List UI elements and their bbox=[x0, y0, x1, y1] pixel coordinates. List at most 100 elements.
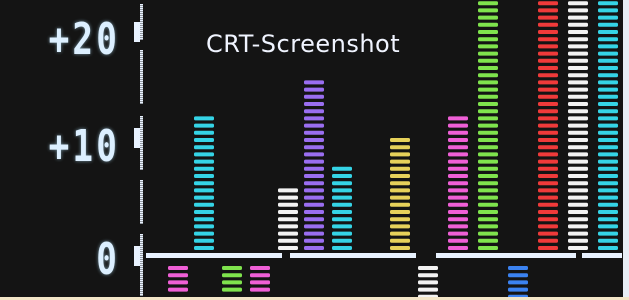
y-axis-segment bbox=[140, 102, 143, 104]
bar-segment bbox=[598, 159, 618, 164]
bar-segment bbox=[250, 287, 270, 292]
bar-segment bbox=[478, 159, 498, 164]
bar-segment bbox=[332, 202, 352, 207]
y-axis-segment bbox=[140, 64, 143, 66]
bar-segment bbox=[304, 224, 324, 229]
y-axis-segment bbox=[140, 286, 143, 288]
y-axis-segment bbox=[140, 78, 143, 80]
y-axis-segment bbox=[140, 182, 143, 184]
y-axis-segment bbox=[140, 276, 143, 278]
bar-segment bbox=[194, 246, 214, 250]
y-axis-segment bbox=[140, 264, 143, 266]
bar bbox=[304, 80, 324, 250]
y-axis-segment bbox=[140, 134, 143, 136]
bar-segment bbox=[598, 210, 618, 214]
bar-segment bbox=[478, 8, 498, 13]
bar-segment bbox=[278, 217, 298, 222]
bar-segment bbox=[194, 238, 214, 243]
bar-segment bbox=[598, 123, 618, 128]
bar-segment bbox=[598, 217, 618, 222]
bar-segment bbox=[598, 8, 618, 13]
y-axis-segment bbox=[140, 192, 143, 194]
y-axis-segment bbox=[140, 26, 143, 28]
bar-segment bbox=[568, 238, 588, 243]
bar-segment bbox=[168, 266, 188, 270]
bar-segment bbox=[568, 210, 588, 214]
bar-segment bbox=[448, 210, 468, 214]
bar-segment bbox=[598, 73, 618, 78]
y-axis-segment bbox=[140, 84, 143, 86]
bar-segment bbox=[390, 238, 410, 243]
bar-segment bbox=[568, 44, 588, 49]
bar-segment bbox=[304, 217, 324, 222]
bar-segment bbox=[222, 273, 242, 278]
bar bbox=[390, 138, 410, 250]
y-axis-segment bbox=[140, 122, 143, 124]
bar-segment bbox=[448, 224, 468, 229]
bar-segment bbox=[538, 37, 558, 42]
y-axis-segment bbox=[140, 218, 143, 220]
y-axis-segment bbox=[140, 34, 143, 36]
bar bbox=[448, 116, 468, 250]
bar-segment bbox=[332, 210, 352, 214]
bar-segment bbox=[568, 224, 588, 229]
bar-segment bbox=[598, 22, 618, 27]
bar-segment bbox=[448, 202, 468, 207]
y-tick-label-10: +10 bbox=[48, 121, 120, 172]
bar-segment bbox=[194, 123, 214, 128]
bar bbox=[568, 1, 588, 250]
y-axis-segment bbox=[140, 216, 143, 218]
y-axis-segment bbox=[140, 194, 143, 196]
bar-segment bbox=[598, 58, 618, 63]
bar-segment bbox=[598, 138, 618, 142]
y-axis-segment bbox=[140, 180, 143, 182]
zero-baseline bbox=[290, 253, 416, 258]
y-axis-segment bbox=[140, 20, 143, 22]
bar-segment bbox=[478, 174, 498, 178]
bar-segment bbox=[538, 181, 558, 186]
bar-segment bbox=[304, 246, 324, 250]
bar-segment bbox=[598, 195, 618, 200]
y-axis-segment bbox=[140, 250, 143, 252]
bar-segment bbox=[194, 174, 214, 178]
y-axis-segment bbox=[140, 290, 143, 292]
y-axis-segment bbox=[140, 270, 143, 272]
y-axis-segment bbox=[140, 62, 143, 64]
y-axis-segment bbox=[140, 96, 143, 98]
y-axis-segment bbox=[140, 16, 143, 18]
y-axis-segment bbox=[140, 198, 143, 200]
y-axis-segment bbox=[140, 272, 143, 274]
y-axis-segment bbox=[140, 238, 143, 240]
bar-segment bbox=[194, 152, 214, 157]
bar-segment bbox=[598, 246, 618, 250]
bar-segment bbox=[478, 102, 498, 106]
y-axis-segment bbox=[140, 146, 143, 148]
y-axis-segment bbox=[140, 130, 143, 132]
bar-segment bbox=[568, 166, 588, 171]
bar-segment bbox=[304, 174, 324, 178]
bar-segment bbox=[222, 287, 242, 292]
bar-segment bbox=[568, 73, 588, 78]
bar-segment bbox=[448, 166, 468, 171]
bar-segment bbox=[390, 188, 410, 193]
bar-segment bbox=[194, 202, 214, 207]
y-axis-segment bbox=[140, 242, 143, 244]
y-axis-segment bbox=[140, 212, 143, 214]
bar-segment bbox=[390, 246, 410, 250]
bar-segment bbox=[168, 273, 188, 278]
y-axis-segment bbox=[140, 54, 143, 56]
bar-segment bbox=[194, 166, 214, 171]
bar-segment bbox=[568, 138, 588, 142]
bar-segment bbox=[478, 166, 498, 171]
bar-segment bbox=[418, 287, 438, 292]
y-axis-segment bbox=[140, 136, 143, 138]
bar-segment bbox=[194, 188, 214, 193]
bar-segment bbox=[222, 266, 242, 270]
bar-segment bbox=[478, 138, 498, 142]
bar-segment bbox=[478, 202, 498, 207]
negative-bar bbox=[508, 266, 528, 299]
y-axis-segment bbox=[140, 252, 143, 254]
bar-segment bbox=[194, 224, 214, 229]
zero-baseline bbox=[436, 253, 576, 258]
bar-segment bbox=[304, 202, 324, 207]
